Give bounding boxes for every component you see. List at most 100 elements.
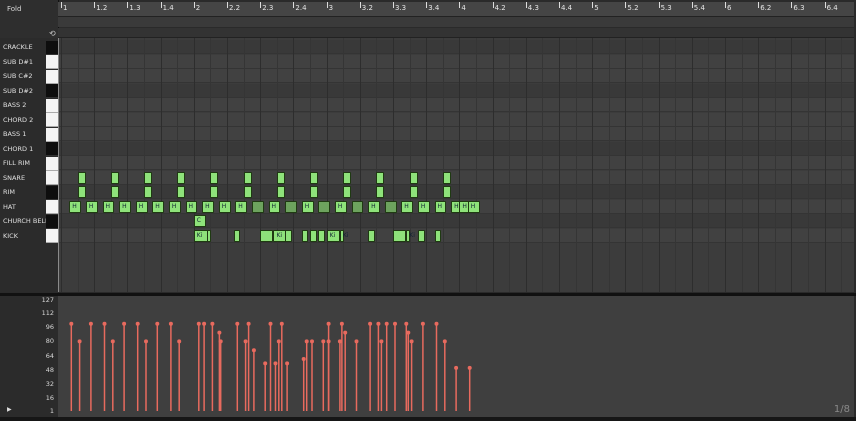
midi-note[interactable]: H	[268, 200, 281, 213]
piano-key[interactable]	[46, 55, 58, 69]
midi-note[interactable]	[144, 186, 152, 198]
midi-note[interactable]	[301, 229, 309, 242]
midi-note[interactable]	[310, 229, 317, 242]
midi-note[interactable]: H	[85, 200, 98, 213]
midi-note[interactable]: H	[334, 200, 347, 213]
piano-key[interactable]	[46, 84, 58, 98]
midi-note[interactable]	[417, 229, 425, 242]
midi-note[interactable]	[343, 171, 352, 184]
midi-note[interactable]: Ki	[326, 229, 340, 242]
midi-note[interactable]: H	[185, 200, 198, 213]
velocity-stems[interactable]	[58, 296, 854, 417]
piano-key[interactable]	[46, 156, 58, 171]
midi-note[interactable]	[210, 171, 219, 184]
midi-note[interactable]	[376, 186, 385, 198]
midi-note[interactable]	[393, 229, 407, 242]
midi-note[interactable]	[77, 171, 86, 184]
midi-note[interactable]: H	[135, 200, 148, 213]
midi-note[interactable]	[251, 200, 264, 213]
midi-note[interactable]: Ki	[406, 229, 415, 242]
midi-note[interactable]	[110, 171, 119, 184]
lane-label[interactable]: BASS 2	[3, 101, 26, 109]
piano-key[interactable]	[46, 214, 58, 229]
midi-note[interactable]	[442, 186, 451, 198]
lane-label[interactable]: HAT	[3, 203, 16, 211]
piano-key[interactable]	[46, 69, 58, 84]
midi-note[interactable]	[434, 229, 442, 242]
midi-note[interactable]	[207, 229, 212, 242]
midi-note[interactable]: C	[193, 215, 206, 227]
lane-label[interactable]: SUB D#2	[3, 87, 33, 95]
velocity-play-icon[interactable]: ▶	[7, 406, 12, 413]
midi-note[interactable]	[318, 200, 331, 213]
midi-note[interactable]	[276, 171, 285, 184]
midi-note[interactable]: H	[168, 200, 181, 213]
loop-icon[interactable]: ⟲	[49, 29, 56, 38]
midi-note[interactable]: H	[417, 200, 430, 213]
piano-key[interactable]	[46, 113, 58, 127]
midi-note[interactable]: H	[102, 200, 115, 213]
piano-key[interactable]	[46, 142, 58, 156]
velocity-editor[interactable]	[58, 296, 854, 417]
midi-note[interactable]: H	[368, 200, 381, 213]
lane-label[interactable]: CRACKLE	[3, 43, 33, 51]
lane-label[interactable]: KICK	[3, 232, 18, 240]
lane-label[interactable]: RIM	[3, 188, 15, 196]
midi-note[interactable]	[144, 171, 152, 184]
midi-note[interactable]: Ki	[339, 229, 348, 242]
timeline-ruler[interactable]: 1 1.2 1.3 1.4 2 2.2 2.3 2.4 3 3.2 3.3 3.4 4 4.2 4.3 4.4…	[58, 2, 854, 17]
midi-note[interactable]: H	[235, 200, 248, 213]
piano-key[interactable]	[46, 185, 58, 200]
midi-note[interactable]	[376, 171, 385, 184]
midi-note[interactable]	[343, 186, 352, 198]
loop-brace[interactable]	[58, 17, 854, 27]
midi-note[interactable]	[77, 186, 86, 198]
midi-note[interactable]	[310, 171, 318, 184]
midi-note[interactable]	[243, 186, 252, 198]
midi-note[interactable]	[177, 186, 186, 198]
lane-label[interactable]: BASS 1	[3, 130, 26, 138]
grid-zoom-label[interactable]: 1/8	[834, 404, 850, 415]
midi-note[interactable]: H	[152, 200, 165, 213]
midi-note[interactable]: H	[202, 200, 215, 213]
loop-strip[interactable]	[58, 28, 854, 38]
fold-button[interactable]: Fold	[4, 2, 56, 16]
midi-note[interactable]	[318, 229, 325, 242]
midi-note[interactable]	[409, 186, 418, 198]
midi-note[interactable]	[368, 229, 375, 242]
lane-label[interactable]: SUB C#2	[3, 72, 33, 80]
midi-note[interactable]	[310, 186, 318, 198]
midi-note[interactable]	[409, 171, 418, 184]
piano-key[interactable]	[46, 200, 58, 214]
midi-note[interactable]	[442, 171, 451, 184]
piano-key[interactable]	[46, 40, 58, 55]
midi-note[interactable]	[110, 186, 119, 198]
note-grid[interactable]: H H H H H H H H H H H H H H H H H H H H H C Ki Ki Ki Ki Ki	[58, 38, 854, 292]
midi-note[interactable]	[285, 200, 298, 213]
midi-note[interactable]	[233, 229, 241, 242]
midi-note[interactable]	[210, 186, 219, 198]
midi-note[interactable]: H	[401, 200, 414, 213]
midi-note[interactable]: H	[301, 200, 314, 213]
midi-note[interactable]: H	[434, 200, 447, 213]
midi-note[interactable]	[177, 171, 186, 184]
midi-note[interactable]: H	[467, 200, 480, 213]
piano-key[interactable]	[46, 127, 58, 142]
midi-note[interactable]	[260, 229, 274, 242]
midi-note[interactable]	[276, 186, 285, 198]
lane-label[interactable]: CHORD 1	[3, 145, 33, 153]
lane-label[interactable]: FILL RIM	[3, 159, 30, 167]
lane-label[interactable]: SNARE	[3, 174, 25, 182]
midi-note[interactable]	[384, 200, 397, 213]
midi-note[interactable]: H	[218, 200, 231, 213]
midi-note[interactable]	[243, 171, 252, 184]
lane-label[interactable]: CHORD 2	[3, 116, 33, 124]
lane-label[interactable]: SUB D#1	[3, 58, 33, 66]
piano-key[interactable]	[46, 171, 58, 185]
lane-label[interactable]: CHURCH BELL	[3, 217, 49, 225]
midi-note[interactable]	[285, 229, 292, 242]
midi-note[interactable]: H	[119, 200, 132, 213]
midi-note[interactable]	[351, 200, 364, 213]
piano-key[interactable]	[46, 229, 58, 243]
piano-key[interactable]	[46, 98, 58, 113]
